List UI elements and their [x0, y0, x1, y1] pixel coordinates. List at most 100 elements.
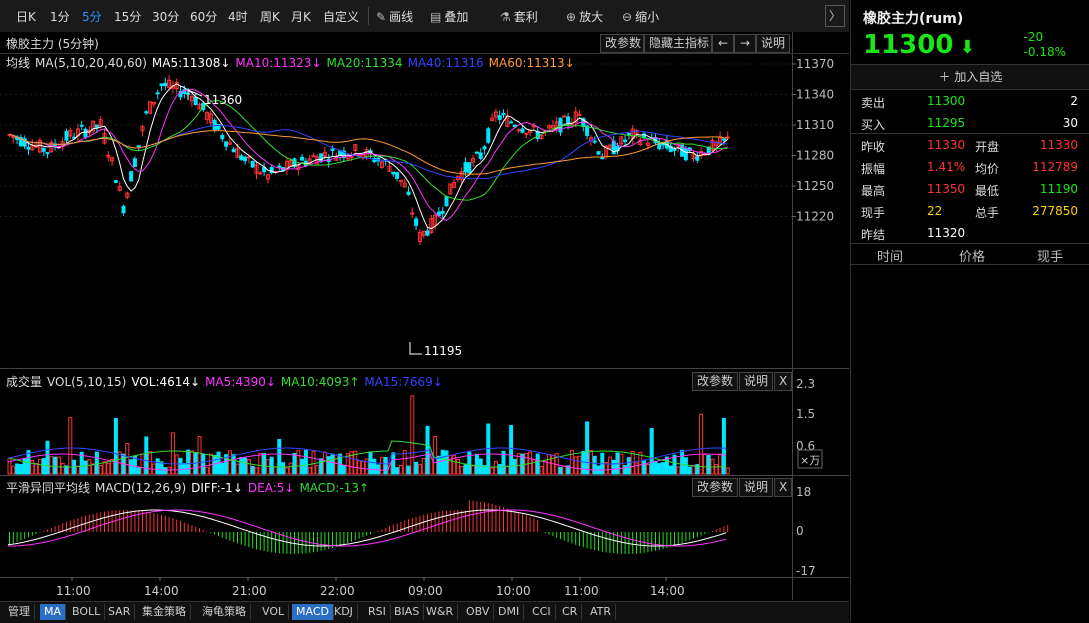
indicator-tab[interactable]: MACD	[292, 604, 334, 620]
kline-chart[interactable]: 11370 11340 11310 11280 11250 11220 11360 11195…	[0, 32, 849, 600]
volume-bar	[642, 460, 647, 475]
macd-tick-label: 18	[796, 485, 811, 499]
quote-label: 最高	[861, 184, 886, 198]
period-tab[interactable]: 60分	[190, 8, 217, 25]
indicator-tab[interactable]: 海龟策略	[198, 604, 251, 620]
settle-label: 昨结	[861, 228, 886, 242]
candle-body	[132, 158, 137, 167]
period-tab[interactable]: 30分	[152, 8, 179, 25]
volume-bar	[699, 413, 704, 475]
volume-bar	[573, 456, 578, 475]
volume-bar	[718, 453, 723, 475]
panel-button[interactable]: X	[774, 478, 792, 497]
volume-bar	[231, 454, 236, 475]
candle-body	[193, 96, 198, 106]
indicator-tab[interactable]: W&R	[422, 604, 459, 620]
indicator-tab[interactable]: BOLL	[68, 604, 106, 620]
panel-button[interactable]: 改参数	[692, 372, 738, 391]
volume-bar	[45, 440, 50, 475]
main-panel-button[interactable]: 隐藏主指标	[644, 34, 712, 53]
indicator-tab[interactable]: 集金策略	[138, 604, 191, 620]
quote-value: 11330	[927, 138, 966, 152]
chart-area[interactable]: 11370 11340 11310 11280 11250 11220 11360 11195…	[0, 32, 849, 600]
candle-body	[440, 211, 445, 214]
volume-bar	[235, 463, 240, 475]
main-panel-button[interactable]: 说明	[756, 34, 790, 53]
period-tab[interactable]: 4时	[228, 8, 248, 25]
volume-bar	[296, 450, 301, 475]
panel-legend: 成交量 VOL(5,10,15) VOL:4614↓ MA5:4390↓ MA10:40…	[6, 373, 448, 390]
volume-bar	[315, 464, 320, 475]
volume-bar	[49, 456, 54, 475]
period-tab[interactable]: 月K	[291, 8, 311, 25]
legend-item: MA10:11323↓	[235, 56, 322, 70]
pencil-icon: ✎	[376, 10, 387, 24]
divider	[368, 7, 369, 25]
volume-bar	[459, 466, 464, 475]
legend-item: MA20:11334	[326, 56, 403, 70]
volume-bar	[243, 457, 248, 475]
tool-button[interactable]: ⚗ 套利	[500, 8, 538, 25]
chevron-right-icon[interactable]: 〉	[825, 5, 845, 27]
legend-item: MA10:4093↑	[280, 375, 360, 389]
main-panel-button[interactable]: →	[734, 34, 756, 53]
volume-bar	[653, 460, 658, 475]
indicator-tab[interactable]: CCI	[528, 604, 556, 620]
volume-bar	[94, 451, 99, 475]
tool-button[interactable]: ✎ 画线	[376, 8, 413, 25]
candle-body	[79, 124, 84, 127]
tool-button[interactable]: ⊖ 缩小	[622, 8, 659, 25]
candle-body	[623, 139, 628, 142]
panel-button[interactable]: 说明	[739, 478, 773, 497]
indicator-tab[interactable]: KDJ	[330, 604, 358, 620]
volume-bar	[630, 451, 635, 475]
volume-bar	[284, 467, 289, 475]
volume-bar	[493, 460, 498, 475]
candle-body	[41, 147, 46, 152]
volume-bar	[75, 465, 80, 475]
main-panel-button[interactable]: 改参数	[600, 34, 644, 53]
indicator-tab[interactable]: RSI	[364, 604, 391, 620]
period-tab[interactable]: 1分	[50, 8, 70, 25]
volume-bar	[683, 457, 688, 475]
indicator-tab[interactable]: 管理	[4, 604, 35, 620]
tool-button[interactable]: ▤ 叠加	[430, 8, 468, 25]
quote-value: 1.41%	[927, 160, 966, 174]
buy-qty: 30	[1062, 116, 1078, 130]
add-watchlist-button[interactable]: ＋ 加入自选	[851, 64, 1089, 90]
period-tab[interactable]: 5分	[82, 8, 102, 25]
sell-qty: 2	[1070, 94, 1078, 108]
indicator-tab[interactable]: BIAS	[390, 604, 425, 620]
indicator-tab[interactable]: MA	[40, 604, 67, 620]
volume-bar	[277, 438, 282, 475]
period-tab[interactable]: 日K	[16, 8, 36, 25]
volume-bar	[269, 456, 274, 475]
price-tick-label: 11250	[796, 179, 834, 193]
indicator-tab[interactable]: SAR	[104, 604, 136, 620]
indicator-tab[interactable]: VOL	[258, 604, 290, 620]
panel-button[interactable]: 说明	[739, 372, 773, 391]
price-tick-label: 11340	[796, 88, 834, 102]
volume-bar	[186, 449, 191, 475]
indicator-tab[interactable]: OBV	[462, 604, 495, 620]
candle-body	[26, 146, 31, 150]
main-panel-button[interactable]: ←	[712, 34, 734, 53]
candle-body	[144, 111, 149, 114]
period-tab[interactable]: 周K	[260, 8, 280, 25]
legend-item: VOL(5,10,15)	[47, 375, 127, 389]
candle-body	[212, 119, 217, 131]
panel-button[interactable]: X	[774, 372, 792, 391]
volume-bar	[87, 459, 92, 475]
period-tab[interactable]: 自定义	[323, 8, 359, 25]
panel-button[interactable]: 改参数	[692, 478, 738, 497]
indicator-tab[interactable]: CR	[558, 604, 583, 620]
period-tab[interactable]: 15分	[114, 8, 141, 25]
volume-bar	[60, 462, 65, 475]
indicator-tab[interactable]: DMI	[494, 604, 525, 620]
indicator-tab[interactable]: ATR	[586, 604, 617, 620]
legend-item: MACD:-13↑	[299, 481, 370, 495]
volume-bar	[680, 450, 685, 475]
tool-button[interactable]: ⊕ 放大	[566, 8, 603, 25]
volume-bar	[300, 458, 305, 475]
volume-bar	[702, 454, 707, 475]
